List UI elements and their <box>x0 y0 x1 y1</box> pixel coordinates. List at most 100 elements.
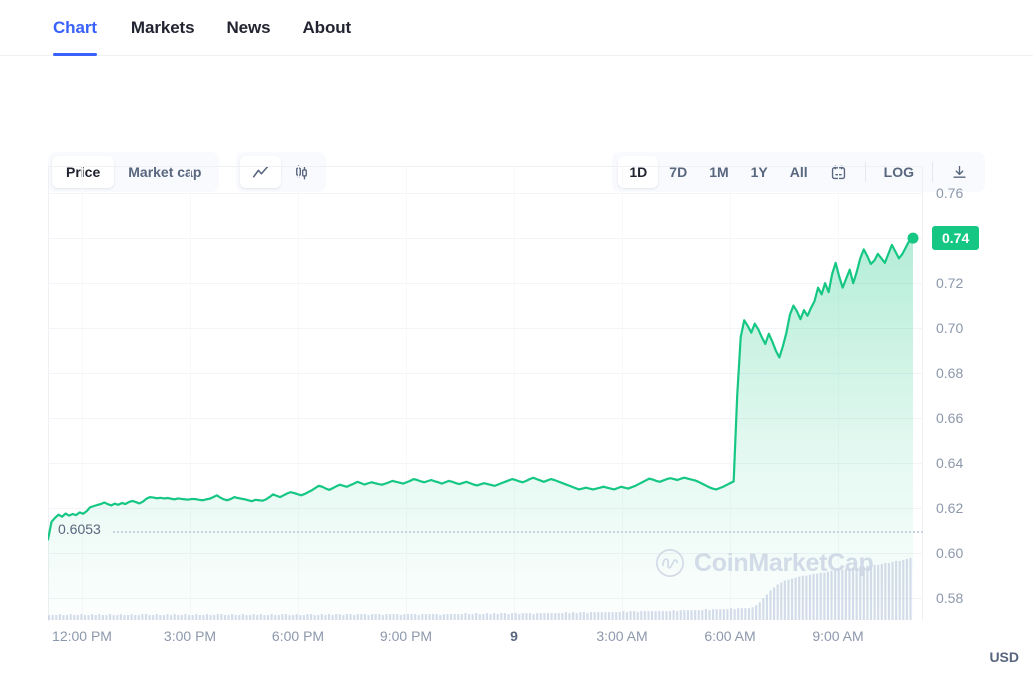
volume-bar <box>662 611 664 620</box>
volume-bar <box>755 605 757 620</box>
volume-bar <box>647 611 649 620</box>
volume-bar <box>547 613 549 620</box>
volume-bar <box>109 614 111 620</box>
tab-news-label: News <box>226 18 270 38</box>
tab-markets[interactable]: Markets <box>115 0 211 56</box>
volume-bar <box>217 614 219 620</box>
volume-bar <box>253 614 255 620</box>
volume-bar <box>852 568 854 620</box>
volume-bar <box>795 578 797 620</box>
volume-bar <box>134 615 136 620</box>
volume-bar <box>102 615 104 620</box>
volume-bar <box>690 610 692 620</box>
volume-bar <box>256 615 258 620</box>
volume-bar <box>906 559 908 620</box>
volume-bar <box>805 576 807 620</box>
volume-bar <box>830 571 832 620</box>
volume-bar <box>285 614 287 620</box>
volume-bar <box>891 562 893 620</box>
x-axis-tick: 9 <box>510 628 518 644</box>
volume-bar <box>629 611 631 620</box>
volume-bar <box>346 614 348 620</box>
volume-bar <box>612 612 614 620</box>
reference-line <box>113 531 923 533</box>
volume-bar <box>583 612 585 620</box>
volume-bar <box>95 615 97 620</box>
x-axis-tick: 3:00 AM <box>596 628 647 644</box>
volume-bar <box>823 573 825 620</box>
volume-bar <box>561 613 563 620</box>
volume-bar <box>619 612 621 620</box>
currency-label: USD <box>989 649 1019 665</box>
volume-bar <box>726 609 728 620</box>
y-axis-tick: 0.70 <box>936 320 963 336</box>
volume-bar <box>486 613 488 620</box>
y-axis-tick: 0.72 <box>936 275 963 291</box>
volume-bar <box>62 615 64 620</box>
tab-about[interactable]: About <box>286 0 367 56</box>
volume-bar <box>382 615 384 620</box>
tab-news[interactable]: News <box>210 0 286 56</box>
x-axis-tick: 12:00 PM <box>52 628 112 644</box>
volume-bar <box>576 613 578 620</box>
volume-bar <box>91 614 93 620</box>
volume-bar <box>55 615 57 620</box>
volume-bar <box>235 615 237 620</box>
volume-bar <box>734 609 736 620</box>
volume-bar <box>716 609 718 620</box>
volume-bar <box>515 613 517 620</box>
x-axis-tick: 9:00 PM <box>380 628 432 644</box>
price-chart[interactable] <box>48 166 923 621</box>
volume-bar <box>665 611 667 620</box>
tab-markets-label: Markets <box>131 18 195 38</box>
volume-bar <box>895 561 897 620</box>
y-axis-tick: 0.62 <box>936 500 963 516</box>
tab-chart[interactable]: Chart <box>53 0 115 56</box>
volume-bar <box>66 615 68 620</box>
volume-bar <box>461 614 463 620</box>
volume-bar <box>827 572 829 620</box>
volume-bar <box>856 568 858 620</box>
volume-bar <box>676 611 678 620</box>
volume-bar <box>698 610 700 620</box>
volume-bar <box>737 608 739 620</box>
volume-bar <box>231 614 233 620</box>
volume-bar <box>744 608 746 620</box>
volume-bar <box>529 613 531 620</box>
volume-bar <box>48 615 50 620</box>
volume-bar <box>820 573 822 620</box>
volume-bar <box>116 615 118 620</box>
volume-bar <box>274 615 276 620</box>
volume-bar <box>328 614 330 620</box>
volume-bar <box>314 615 316 620</box>
volume-bar <box>123 615 125 620</box>
volume-bar <box>475 613 477 620</box>
chart-canvas <box>48 166 923 621</box>
volume-bar <box>759 602 761 620</box>
volume-bar <box>299 615 301 620</box>
volume-bar <box>421 614 423 620</box>
volume-bar <box>364 614 366 620</box>
volume-bar <box>213 615 215 620</box>
volume-bar <box>554 613 556 620</box>
volume-bar <box>220 614 222 620</box>
volume-bar <box>884 563 886 620</box>
volume-bar <box>909 558 911 620</box>
volume-bar <box>762 598 764 620</box>
volume-bar <box>260 614 262 620</box>
volume-bar <box>436 614 438 620</box>
volume-bar <box>687 610 689 620</box>
volume-bar <box>723 609 725 620</box>
volume-bar <box>278 615 280 620</box>
volume-bar <box>594 612 596 620</box>
tab-bar: Chart Markets News About <box>0 0 1033 56</box>
volume-bar <box>748 608 750 620</box>
volume-bar <box>468 614 470 620</box>
volume-bar <box>281 614 283 620</box>
volume-bar <box>389 614 391 620</box>
volume-bar <box>472 614 474 620</box>
volume-bar <box>332 615 334 620</box>
volume-bar <box>798 577 800 620</box>
volume-bar <box>414 614 416 620</box>
volume-bar <box>425 614 427 620</box>
